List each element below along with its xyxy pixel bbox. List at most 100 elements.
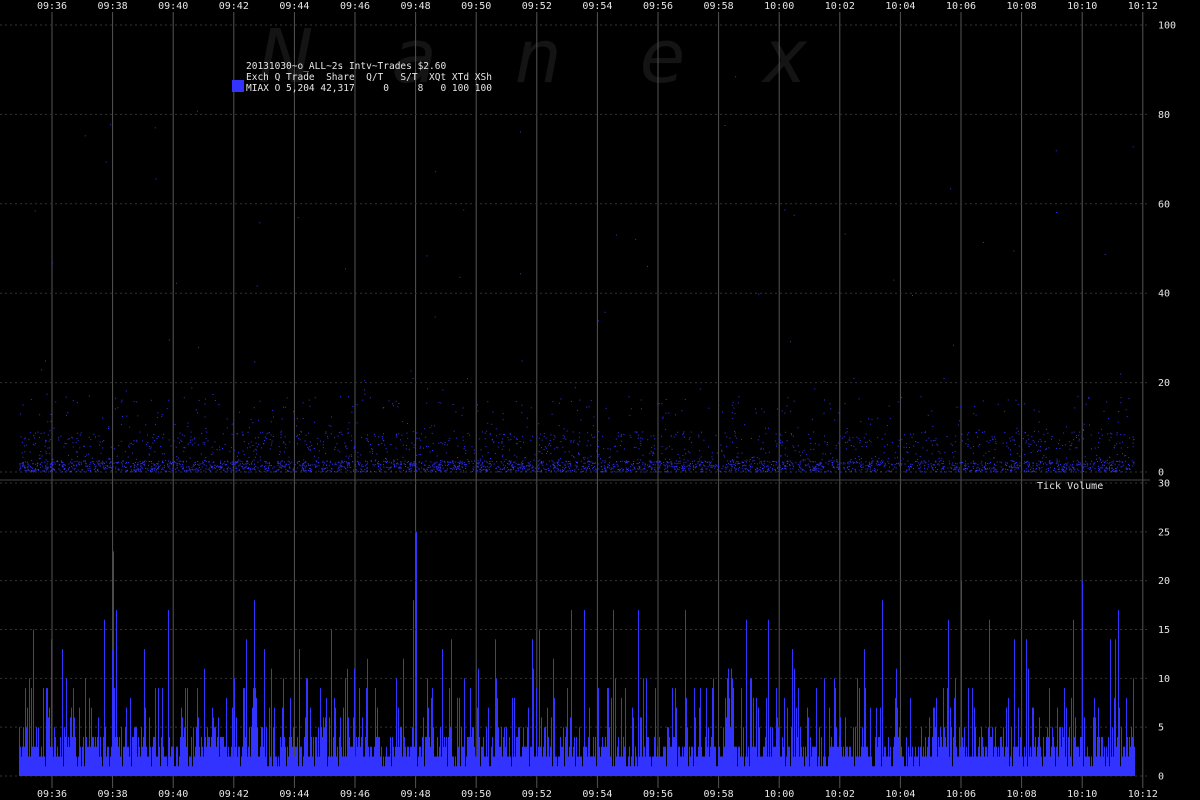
scatter-point [894, 457, 896, 459]
tick-volume-bar [464, 678, 465, 776]
tick-volume-bar [1131, 727, 1132, 776]
scatter-point [675, 466, 677, 467]
scatter-point [573, 457, 575, 459]
tick-volume-bar [642, 756, 643, 776]
tick-volume-bar [304, 736, 305, 776]
tick-volume-bar [928, 736, 929, 776]
scatter-point [489, 463, 491, 465]
scatter-point [370, 460, 372, 462]
scatter-point [1068, 469, 1070, 471]
tick-volume-bar [671, 746, 672, 776]
scatter-point [782, 441, 784, 443]
scatter-point [947, 467, 949, 469]
x-tick-label-top: 10:10 [1067, 1, 1097, 12]
scatter-point [1019, 455, 1021, 457]
scatter-point [378, 468, 380, 470]
scatter-point [757, 463, 759, 465]
tick-volume-bar [415, 727, 416, 776]
scatter-point [709, 465, 711, 467]
scatter-point [230, 469, 232, 471]
scatter-point [840, 462, 842, 464]
scatter-point [137, 469, 139, 471]
tick-volume-bar [744, 766, 745, 776]
scatter-point [1108, 463, 1110, 465]
scatter-point [1057, 464, 1059, 466]
scatter-point [1083, 471, 1084, 472]
scatter-point [816, 463, 818, 465]
tick-volume-bar [694, 688, 695, 776]
scatter-point [446, 452, 448, 454]
scatter-point [479, 471, 481, 473]
scatter-point [782, 461, 784, 463]
tick-volume-bar [663, 746, 664, 776]
tick-volume-bar [392, 736, 393, 776]
tick-volume-bar [605, 736, 606, 776]
scatter-point [271, 442, 273, 444]
scatter-point [200, 468, 202, 470]
scatter-point [31, 467, 33, 469]
tick-volume-bar [871, 756, 872, 776]
scatter-point [41, 455, 43, 457]
tick-volume-bar [487, 756, 488, 776]
scatter-point [749, 468, 751, 470]
scatter-point [515, 463, 517, 465]
scatter-point [573, 456, 575, 457]
tick-volume-bar [76, 756, 77, 776]
scatter-point [639, 462, 640, 464]
tick-volume-bar [300, 746, 301, 776]
scatter-point [658, 465, 660, 467]
tick-volume-bar [375, 688, 376, 776]
scatter-point [942, 466, 944, 468]
tick-volume-bar [956, 746, 957, 776]
scatter-point [1069, 448, 1071, 450]
scatter-point [429, 451, 431, 453]
scatter-point [366, 440, 368, 442]
scatter-point [138, 471, 140, 473]
scatter-point [700, 469, 702, 471]
tick-volume-bar [517, 736, 518, 776]
scatter-point [34, 437, 36, 439]
scatter-point [406, 445, 408, 446]
scatter-point [1122, 464, 1124, 466]
scatter-point [896, 462, 898, 464]
scatter-point [269, 462, 271, 464]
scatter-point [965, 465, 967, 467]
tick-volume-bar [366, 688, 367, 776]
tick-volume-bar [965, 756, 966, 776]
tick-volume-bar [423, 717, 424, 776]
scatter-point [826, 444, 828, 446]
scatter-point [905, 446, 907, 448]
scatter-point [24, 465, 26, 467]
scatter-point [1031, 436, 1033, 438]
scatter-point [737, 452, 739, 454]
scatter-point [473, 449, 475, 451]
scatter-point [284, 436, 286, 438]
scatter-point [184, 447, 186, 449]
scatter-point [981, 464, 983, 466]
scatter-point [802, 469, 803, 471]
scatter-point [1026, 470, 1028, 472]
scatter-point [267, 432, 269, 434]
scatter-point [438, 442, 440, 444]
tick-volume-bar [1062, 727, 1063, 776]
scatter-point [872, 460, 874, 462]
scatter-point [447, 464, 449, 465]
scatter-point [331, 416, 332, 418]
scatter-point [226, 471, 228, 473]
scatter-point [634, 468, 636, 470]
scatter-point [1038, 464, 1040, 466]
scatter-point [399, 470, 401, 472]
x-tick-label-top: 10:06 [946, 1, 976, 12]
scatter-point [793, 214, 795, 216]
tick-volume-bar [235, 746, 236, 776]
scatter-point [697, 462, 699, 464]
scatter-point [169, 465, 171, 467]
scatter-point [385, 466, 387, 468]
tick-volume-bar [1124, 746, 1125, 776]
scatter-point [972, 462, 974, 464]
scatter-point [167, 463, 169, 465]
scatter-point [280, 434, 282, 436]
scatter-point [657, 461, 659, 463]
scatter-point [1120, 447, 1122, 449]
scatter-point [762, 467, 764, 469]
